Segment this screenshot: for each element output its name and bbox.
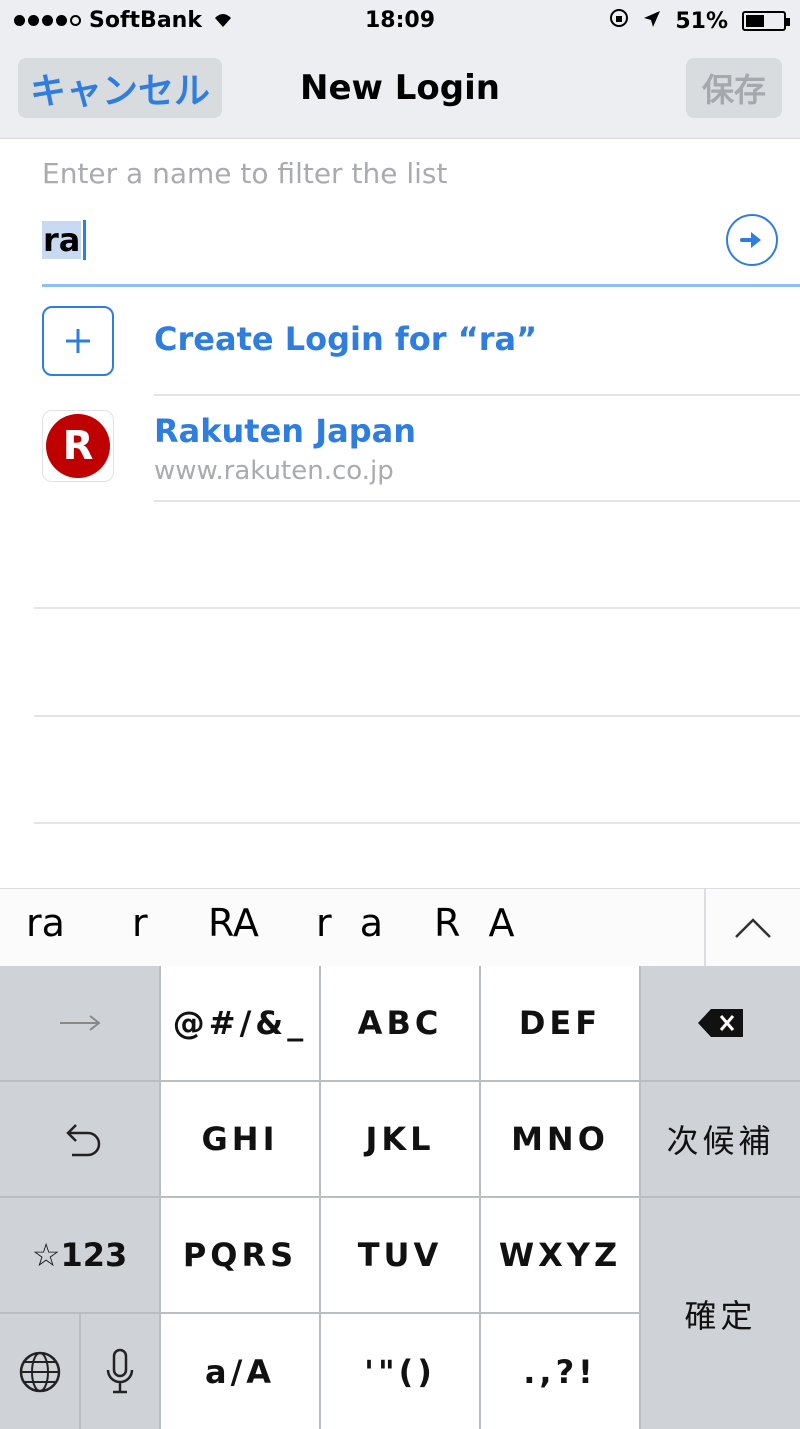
orientation-lock-icon: [609, 8, 629, 34]
battery-percent: 51%: [675, 8, 728, 34]
rakuten-logo-icon: R: [42, 410, 114, 482]
key-mno[interactable]: MNO: [481, 1082, 639, 1196]
globe-icon: [19, 1351, 60, 1392]
suggestion-item[interactable]: r: [132, 901, 148, 945]
suggestion-item[interactable]: r a: [316, 901, 391, 945]
row-divider: [154, 500, 800, 502]
arrow-right-icon: [740, 232, 761, 248]
page-title: New Login: [300, 68, 500, 108]
arrow-right-key[interactable]: [0, 966, 159, 1080]
quotes-key[interactable]: '"(): [321, 1314, 479, 1429]
backspace-icon: [697, 1009, 743, 1037]
list-item-subtitle: www.rakuten.co.jp: [154, 456, 394, 486]
case-toggle-key[interactable]: a/A: [161, 1314, 319, 1429]
arrow-right-icon: [59, 1015, 101, 1031]
microphone-icon: [106, 1348, 134, 1393]
logo-letter: R: [46, 414, 110, 478]
battery-icon: [742, 11, 790, 31]
key-ghi[interactable]: GHI: [161, 1082, 319, 1196]
key-def[interactable]: DEF: [481, 966, 639, 1080]
save-button[interactable]: 保存: [686, 58, 782, 118]
key-pqrs[interactable]: PQRS: [161, 1198, 319, 1312]
empty-row-divider: [34, 715, 800, 717]
suggestion-item[interactable]: R A: [434, 901, 522, 945]
punctuation-key[interactable]: .,?!: [481, 1314, 639, 1429]
next-candidate-key[interactable]: 次候補: [641, 1082, 800, 1196]
create-login-row[interactable]: Create Login for “ra”: [0, 290, 800, 394]
suggestion-bar: ra r RA r a R A: [0, 888, 800, 967]
key-wxyz[interactable]: WXYZ: [481, 1198, 639, 1312]
empty-row-divider: [34, 822, 800, 824]
list-item[interactable]: R Rakuten Japan www.rakuten.co.jp: [0, 396, 800, 500]
text-caret: [83, 220, 87, 260]
key-jkl[interactable]: JKL: [321, 1082, 479, 1196]
navigation-bar: キャンセル New Login 保存: [0, 44, 800, 139]
globe-key[interactable]: [0, 1314, 79, 1429]
filter-placeholder: Enter a name to filter the list: [42, 157, 448, 190]
status-right: 51%: [609, 8, 790, 34]
list-item-title: Rakuten Japan: [154, 412, 416, 450]
empty-row-divider: [34, 607, 800, 609]
go-button[interactable]: [726, 214, 778, 266]
filter-underline: [42, 284, 800, 287]
microphone-key[interactable]: [81, 1314, 159, 1429]
confirm-key[interactable]: 確定: [641, 1198, 800, 1429]
key-abc[interactable]: ABC: [321, 966, 479, 1080]
undo-key[interactable]: [0, 1082, 159, 1196]
chevron-up-icon: [735, 918, 771, 938]
filter-input-value: ra: [42, 221, 82, 259]
filter-input[interactable]: ra: [42, 210, 722, 270]
suggestion-item[interactable]: RA: [208, 901, 259, 945]
numbers-key[interactable]: ☆123: [0, 1198, 159, 1312]
undo-icon: [65, 1124, 100, 1157]
create-login-label: Create Login for “ra”: [154, 320, 538, 358]
plus-icon: [42, 306, 114, 376]
key-tuv[interactable]: TUV: [321, 1198, 479, 1312]
keyboard: @#/&_ ABC DEF GHI JKL MNO 次候補 ☆123 PQRS …: [0, 966, 800, 1429]
key-symbols[interactable]: @#/&_: [161, 966, 319, 1080]
status-bar: SoftBank 18:09 51%: [0, 0, 800, 44]
backspace-key[interactable]: [641, 966, 800, 1080]
location-icon: [643, 9, 661, 34]
expand-suggestions-button[interactable]: [706, 889, 800, 967]
suggestion-item[interactable]: ra: [26, 901, 65, 945]
